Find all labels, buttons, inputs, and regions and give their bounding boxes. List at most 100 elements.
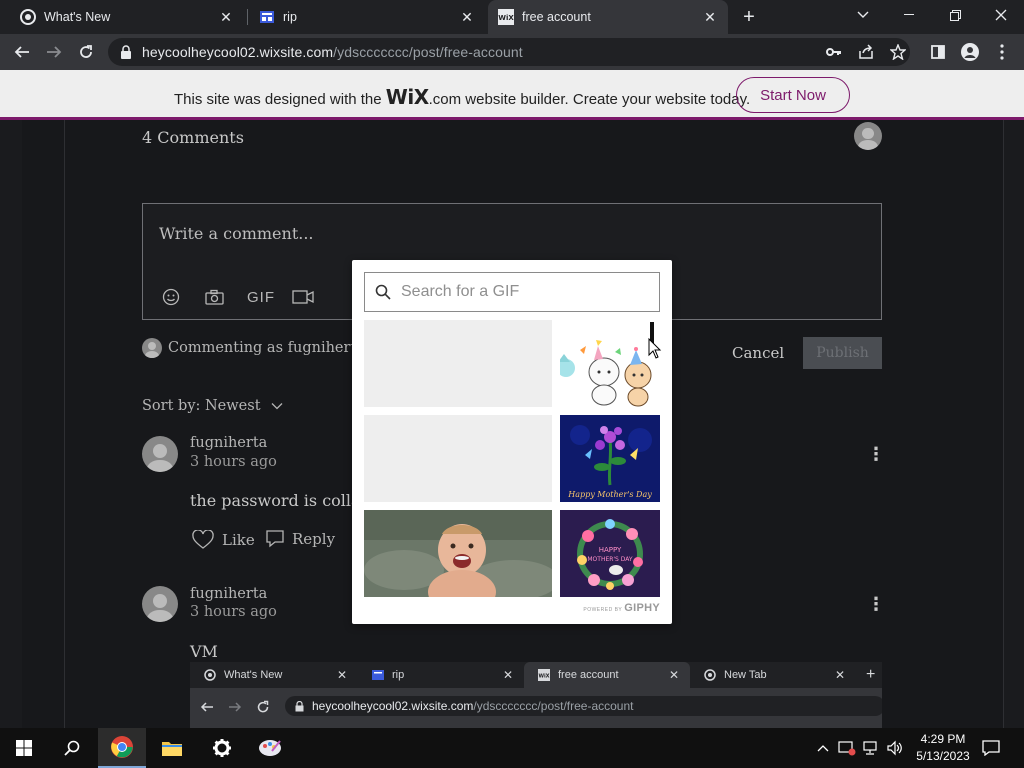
cancel-button[interactable]: Cancel bbox=[732, 344, 784, 362]
settings-gear-icon[interactable] bbox=[198, 728, 246, 768]
svg-text:WiX: WiX bbox=[538, 674, 549, 680]
gif-search-input[interactable] bbox=[401, 283, 641, 301]
gif-picker-popup: Happy Mother's Day HAPPY MOTHER'S DAY bbox=[352, 260, 672, 624]
like-label: Like bbox=[222, 530, 255, 549]
like-button[interactable]: Like bbox=[192, 530, 255, 549]
comment-author[interactable]: fugniherta bbox=[190, 586, 267, 602]
comment-author[interactable]: fugniherta bbox=[190, 435, 267, 451]
forward-icon[interactable] bbox=[40, 38, 68, 66]
volume-icon[interactable] bbox=[884, 728, 906, 768]
network-icon[interactable] bbox=[860, 728, 882, 768]
emoji-icon[interactable] bbox=[162, 288, 180, 306]
avatar[interactable] bbox=[854, 122, 882, 150]
reply-button[interactable]: Reply bbox=[266, 530, 335, 548]
show-hidden-icons-chevron-icon[interactable] bbox=[812, 728, 834, 768]
windows-start-icon[interactable] bbox=[0, 728, 48, 768]
chrome-icon bbox=[704, 669, 716, 681]
inner-toolbar: heycoolheycool02.wixsite.com/ydsccccccc/… bbox=[190, 688, 882, 728]
tab-whats-new[interactable]: What's New ✕ bbox=[0, 0, 246, 34]
address-bar[interactable]: heycoolheycool02.wixsite.com/ydsccccccc/… bbox=[108, 38, 910, 66]
tab-title: rip bbox=[283, 10, 297, 24]
tab-close-icon[interactable]: ✕ bbox=[218, 9, 234, 25]
wix-logo: WiX bbox=[385, 85, 429, 109]
gif-button[interactable]: GIF bbox=[247, 288, 275, 306]
tab-close-icon[interactable]: ✕ bbox=[668, 668, 680, 682]
close-window-icon[interactable] bbox=[978, 0, 1024, 30]
gif-thumbnail-flower-wreath[interactable]: HAPPY MOTHER'S DAY bbox=[560, 510, 660, 597]
svg-text:MOTHER'S DAY: MOTHER'S DAY bbox=[587, 556, 633, 563]
search-icon[interactable] bbox=[48, 728, 96, 768]
publish-button[interactable]: Publish bbox=[803, 337, 882, 369]
flower-wreath-image: HAPPY MOTHER'S DAY bbox=[560, 510, 660, 597]
sort-dropdown[interactable]: Sort by: Newest bbox=[142, 398, 283, 414]
tab-title: What's New bbox=[44, 10, 111, 24]
start-now-button[interactable]: Start Now bbox=[736, 77, 850, 113]
inner-tab-active[interactable]: WiX free account ✕ bbox=[524, 662, 690, 688]
tab-close-icon[interactable]: ✕ bbox=[702, 9, 718, 25]
tab-title: free account bbox=[522, 10, 591, 24]
notification-center-icon[interactable] bbox=[978, 728, 1004, 768]
svg-text:HAPPY: HAPPY bbox=[599, 546, 622, 554]
reload-icon[interactable] bbox=[72, 38, 100, 66]
tab-strip: What's New ✕ rip ✕ WiX free account ✕ + bbox=[0, 0, 1024, 34]
inner-tab[interactable]: New Tab ✕ bbox=[690, 662, 856, 688]
system-clock[interactable]: 4:29 PM 5/13/2023 bbox=[915, 731, 971, 765]
reload-icon[interactable] bbox=[256, 700, 270, 714]
heart-icon bbox=[192, 530, 214, 549]
wix-banner-prefix: This site was designed with the bbox=[174, 91, 382, 108]
url-text: heycoolheycool02.wixsite.com/ydsccccccc/… bbox=[142, 44, 523, 60]
more-options-icon[interactable]: ⋮ bbox=[867, 444, 885, 464]
minimize-icon[interactable] bbox=[886, 0, 932, 30]
tab-rip[interactable]: rip ✕ bbox=[239, 0, 487, 34]
inner-address-bar[interactable]: heycoolheycool02.wixsite.com/ydsccccccc/… bbox=[285, 696, 882, 716]
inner-tab[interactable]: What's New ✕ bbox=[190, 662, 358, 688]
comments-count-title: 4 Comments bbox=[142, 128, 244, 147]
inner-tab-title: rip bbox=[392, 669, 405, 681]
chrome-taskbar-icon[interactable] bbox=[98, 728, 146, 768]
comment-body: VM bbox=[190, 642, 218, 661]
security-alert-icon[interactable] bbox=[836, 728, 858, 768]
gif-thumbnail-mothers-day[interactable]: Happy Mother's Day bbox=[560, 415, 660, 502]
camera-icon[interactable] bbox=[205, 288, 224, 306]
browser-toolbar: heycoolheycool02.wixsite.com/ydsccccccc/… bbox=[0, 34, 1024, 70]
profile-icon[interactable] bbox=[960, 42, 980, 62]
url-path: /ydsccccccc/post/free-account bbox=[473, 699, 634, 713]
page-icon bbox=[372, 670, 384, 680]
more-options-icon[interactable]: ⋮ bbox=[867, 594, 885, 614]
gif-thumbnail-party-cats[interactable] bbox=[560, 320, 660, 407]
chrome-icon bbox=[204, 669, 216, 681]
tab-close-icon[interactable]: ✕ bbox=[834, 668, 846, 682]
share-icon[interactable] bbox=[856, 42, 876, 62]
inner-tab[interactable]: rip ✕ bbox=[358, 662, 524, 688]
avatar bbox=[142, 338, 162, 358]
comment-placeholder[interactable]: Write a comment... bbox=[159, 224, 314, 243]
side-panel-icon[interactable] bbox=[928, 42, 948, 62]
avatar[interactable] bbox=[142, 436, 178, 472]
file-explorer-icon[interactable] bbox=[148, 728, 196, 768]
tab-free-account[interactable]: WiX free account ✕ bbox=[488, 0, 728, 34]
more-menu-icon[interactable] bbox=[992, 42, 1012, 62]
bookmark-star-icon[interactable] bbox=[888, 42, 908, 62]
avatar[interactable] bbox=[142, 586, 178, 622]
tab-search-icon[interactable] bbox=[840, 0, 886, 30]
new-tab-icon[interactable]: + bbox=[866, 666, 875, 684]
laughing-baby-image bbox=[364, 510, 552, 597]
tab-close-icon[interactable]: ✕ bbox=[336, 668, 348, 682]
tab-close-icon[interactable]: ✕ bbox=[502, 668, 514, 682]
new-tab-icon[interactable]: + bbox=[738, 6, 760, 28]
gif-thumbnail-loading[interactable] bbox=[364, 415, 552, 502]
back-icon[interactable] bbox=[200, 700, 214, 714]
gif-search-box[interactable] bbox=[364, 272, 660, 312]
forward-icon[interactable] bbox=[228, 700, 242, 714]
restore-icon[interactable] bbox=[932, 0, 978, 30]
tab-close-icon[interactable]: ✕ bbox=[459, 9, 475, 25]
video-icon[interactable] bbox=[292, 288, 314, 306]
key-icon[interactable] bbox=[824, 42, 844, 62]
gif-thumbnail-loading[interactable] bbox=[364, 320, 552, 407]
lock-icon bbox=[295, 700, 304, 711]
chrome-icon bbox=[20, 9, 36, 25]
party-cats-image bbox=[560, 320, 660, 407]
gif-thumbnail-laughing-baby[interactable] bbox=[364, 510, 552, 597]
back-icon[interactable] bbox=[8, 38, 36, 66]
paint-app-icon[interactable] bbox=[246, 728, 294, 768]
